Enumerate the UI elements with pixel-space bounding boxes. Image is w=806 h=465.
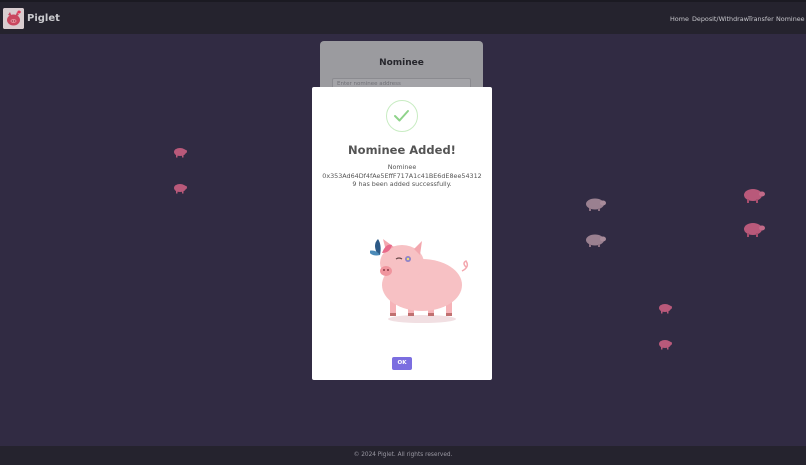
floating-pig-icon <box>744 223 765 237</box>
nav-link-deposit-withdraw[interactable]: Deposit/Withdraw <box>692 15 749 23</box>
floating-pig-icon <box>174 148 187 158</box>
footer: © 2024 Piglet. All rights reserved. <box>0 446 806 465</box>
modal-message: Nominee 0x353Ad64Df4fAe5EffF717A1c41BE6d… <box>312 163 492 189</box>
nav-link-home[interactable]: Home <box>670 15 689 23</box>
success-check-icon <box>386 100 418 132</box>
floating-pig-icon <box>586 198 606 211</box>
footer-copyright: © 2024 Piglet. All rights reserved. <box>353 452 453 458</box>
modal-message-line3: 9 has been added successfully. <box>352 180 452 188</box>
modal-title: Nominee Added! <box>348 143 456 157</box>
nav-link-transfer[interactable]: Transfer <box>748 15 774 23</box>
nav-link-nominee[interactable]: Nominee <box>776 15 805 23</box>
floating-pig-icon <box>659 340 672 350</box>
floating-pig-icon <box>744 189 765 203</box>
modal-message-line1: Nominee <box>387 163 417 171</box>
piglet-logo-icon[interactable] <box>3 8 24 29</box>
floating-pig-icon <box>659 304 672 314</box>
success-modal: Nominee Added! Nominee 0x353Ad64Df4fAe5E… <box>312 87 492 380</box>
nominee-address-text: 0x353Ad64Df4fAe5EffF717A1c41BE6dE8ee5431… <box>322 171 482 180</box>
pig-with-butterfly-illustration <box>370 239 469 323</box>
floating-pig-icon <box>586 234 606 247</box>
top-navbar: Piglet Home Deposit/Withdraw Transfer No… <box>0 0 806 34</box>
floating-pig-icon <box>174 184 187 194</box>
brand-name[interactable]: Piglet <box>27 13 60 24</box>
ok-button[interactable]: OK <box>392 357 412 370</box>
